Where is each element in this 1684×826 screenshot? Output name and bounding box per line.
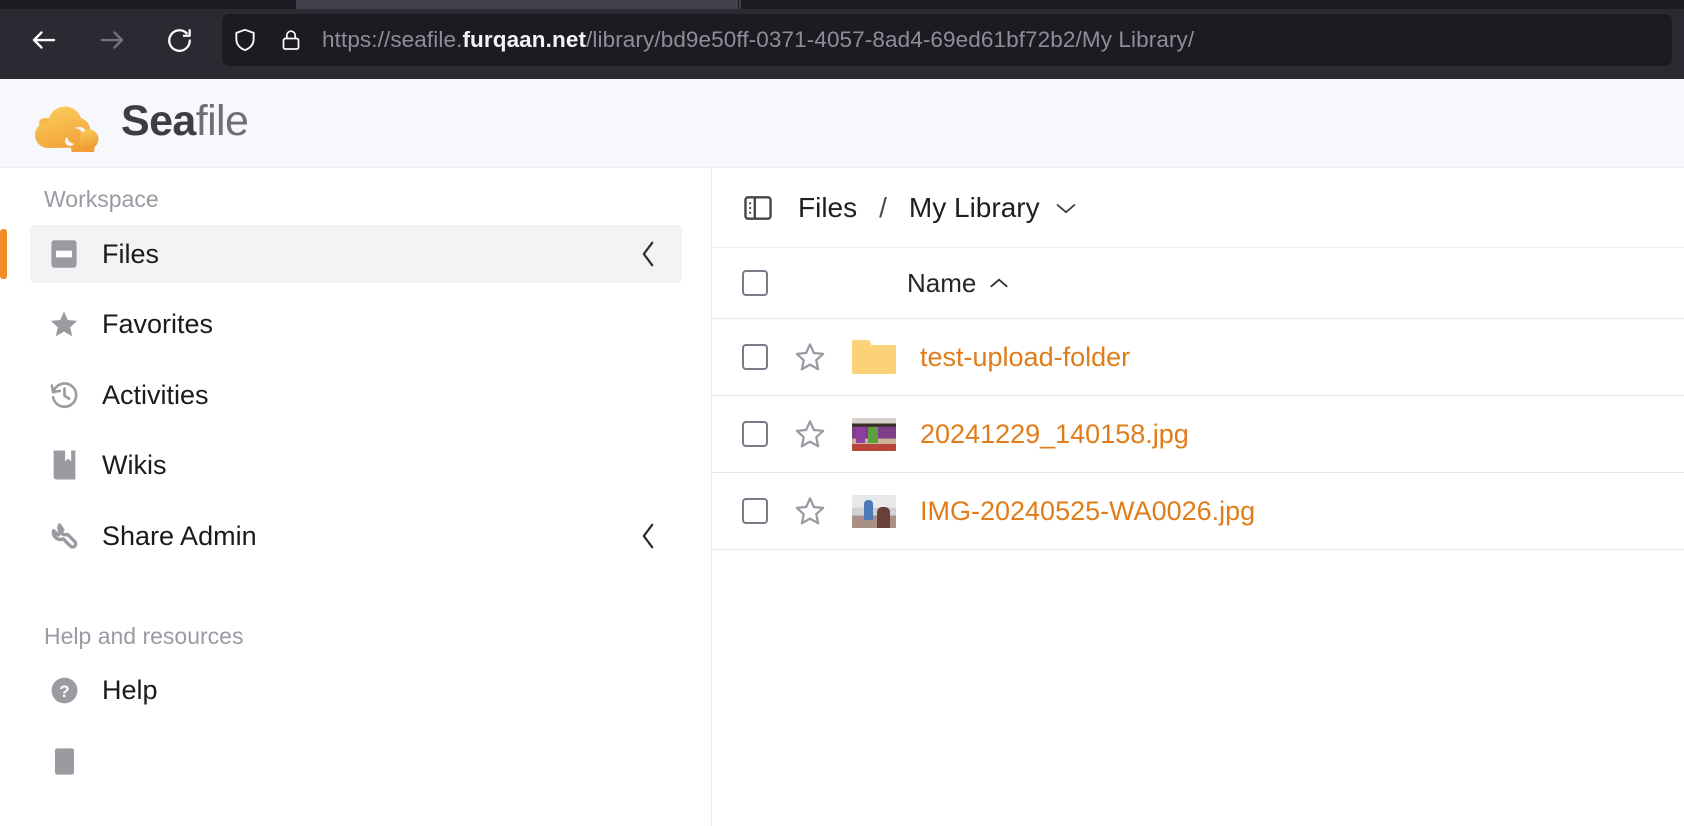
file-name-cell: 20241229_140158.jpg xyxy=(920,419,1684,450)
lock-icon xyxy=(279,28,303,52)
sidebar-panel-icon[interactable] xyxy=(742,192,774,224)
breadcrumb-root[interactable]: Files xyxy=(798,192,857,224)
sidebar-section-workspace: Workspace xyxy=(0,186,159,213)
file-table: Name test-upload-folder xyxy=(712,248,1684,550)
sidebar-item-help[interactable]: ? Help xyxy=(30,661,682,719)
tracking-protection-shield-button[interactable] xyxy=(222,14,268,66)
table-header-row: Name xyxy=(712,248,1684,319)
breadcrumb-separator: / xyxy=(879,192,887,224)
tab-strip xyxy=(0,0,1684,9)
forward-button[interactable] xyxy=(88,16,136,64)
reload-icon xyxy=(165,26,194,55)
seafile-app: Seafile Workspace Files xyxy=(0,79,1684,826)
active-tab[interactable] xyxy=(298,0,738,9)
row-checkbox[interactable] xyxy=(742,498,768,524)
chevron-up-icon xyxy=(988,275,1010,291)
sidebar-item-label: Files xyxy=(102,239,159,270)
question-circle-icon: ? xyxy=(44,675,84,706)
file-name-cell: IMG-20240525-WA0026.jpg xyxy=(920,496,1684,527)
app-header: Seafile xyxy=(0,79,1684,168)
seafile-logo[interactable]: Seafile xyxy=(31,94,248,152)
sidebar-item-files[interactable]: Files xyxy=(30,225,682,283)
shield-icon xyxy=(232,27,258,53)
image-thumbnail xyxy=(840,495,920,528)
wrench-icon xyxy=(44,521,84,552)
clipboard-icon xyxy=(44,746,84,777)
sidebar-item-label: Favorites xyxy=(102,309,213,340)
file-name-cell: test-upload-folder xyxy=(920,342,1684,373)
favorite-star-button[interactable] xyxy=(768,495,840,527)
table-row[interactable]: test-upload-folder xyxy=(712,319,1684,396)
row-checkbox[interactable] xyxy=(742,421,768,447)
sidebar-item-activities[interactable]: Activities xyxy=(30,366,682,424)
sidebar: Workspace Files Favorites xyxy=(0,168,712,826)
chevron-down-icon[interactable] xyxy=(1054,199,1078,217)
star-outline-icon xyxy=(794,341,826,373)
sidebar-item-label: Share Admin xyxy=(102,521,257,552)
image-thumbnail xyxy=(840,418,920,451)
logo-file: file xyxy=(196,97,249,145)
logo-sea: Sea xyxy=(121,97,196,145)
url-text[interactable]: https://seafile.furqaan.net/library/bd9e… xyxy=(314,14,1672,66)
arrow-left-icon xyxy=(29,25,59,55)
sidebar-item-favorites[interactable]: Favorites xyxy=(30,295,682,353)
main-content: Files / My Library Name xyxy=(712,168,1684,826)
sidebar-item-share-admin[interactable]: Share Admin xyxy=(30,507,682,565)
tab-separator xyxy=(739,0,741,9)
seafile-cloud-icon xyxy=(31,94,109,152)
table-row[interactable]: IMG-20240525-WA0026.jpg xyxy=(712,473,1684,550)
star-icon xyxy=(44,308,84,340)
select-all-checkbox[interactable] xyxy=(742,270,768,296)
svg-text:?: ? xyxy=(59,681,69,700)
row-checkbox[interactable] xyxy=(742,344,768,370)
book-icon xyxy=(44,449,84,481)
file-name-link[interactable]: IMG-20240525-WA0026.jpg xyxy=(920,496,1255,527)
column-header-name[interactable]: Name xyxy=(907,268,1010,299)
active-indicator xyxy=(0,229,7,279)
file-name-link[interactable]: test-upload-folder xyxy=(920,342,1130,373)
favorite-star-button[interactable] xyxy=(768,341,840,373)
address-bar[interactable]: https://seafile.furqaan.net/library/bd9e… xyxy=(222,14,1672,66)
sidebar-item-label: Wikis xyxy=(102,450,166,481)
table-row[interactable]: 20241229_140158.jpg xyxy=(712,396,1684,473)
star-outline-icon xyxy=(794,418,826,450)
breadcrumb: Files / My Library xyxy=(712,168,1684,248)
clock-history-icon xyxy=(44,380,84,411)
sidebar-item-label: Help xyxy=(102,675,158,706)
chevron-left-icon[interactable] xyxy=(638,240,658,268)
file-name-link[interactable]: 20241229_140158.jpg xyxy=(920,419,1189,450)
back-button[interactable] xyxy=(20,16,68,64)
arrow-right-icon xyxy=(97,25,127,55)
site-security-button[interactable] xyxy=(268,14,314,66)
chevron-left-icon[interactable] xyxy=(638,522,658,550)
folder-icon xyxy=(840,340,920,374)
files-icon xyxy=(44,238,84,270)
column-header-label: Name xyxy=(907,268,976,299)
browser-chrome: https://seafile.furqaan.net/library/bd9e… xyxy=(0,0,1684,79)
sidebar-section-help: Help and resources xyxy=(0,623,243,650)
reload-button[interactable] xyxy=(155,16,203,64)
star-outline-icon xyxy=(794,495,826,527)
favorite-star-button[interactable] xyxy=(768,418,840,450)
breadcrumb-current[interactable]: My Library xyxy=(909,192,1040,224)
sidebar-item-wikis[interactable]: Wikis xyxy=(30,436,682,494)
sidebar-item-label: Activities xyxy=(102,380,209,411)
seafile-wordmark: Seafile xyxy=(121,100,248,146)
tab-separator xyxy=(296,0,298,9)
sidebar-item-partially-visible[interactable] xyxy=(30,732,682,790)
